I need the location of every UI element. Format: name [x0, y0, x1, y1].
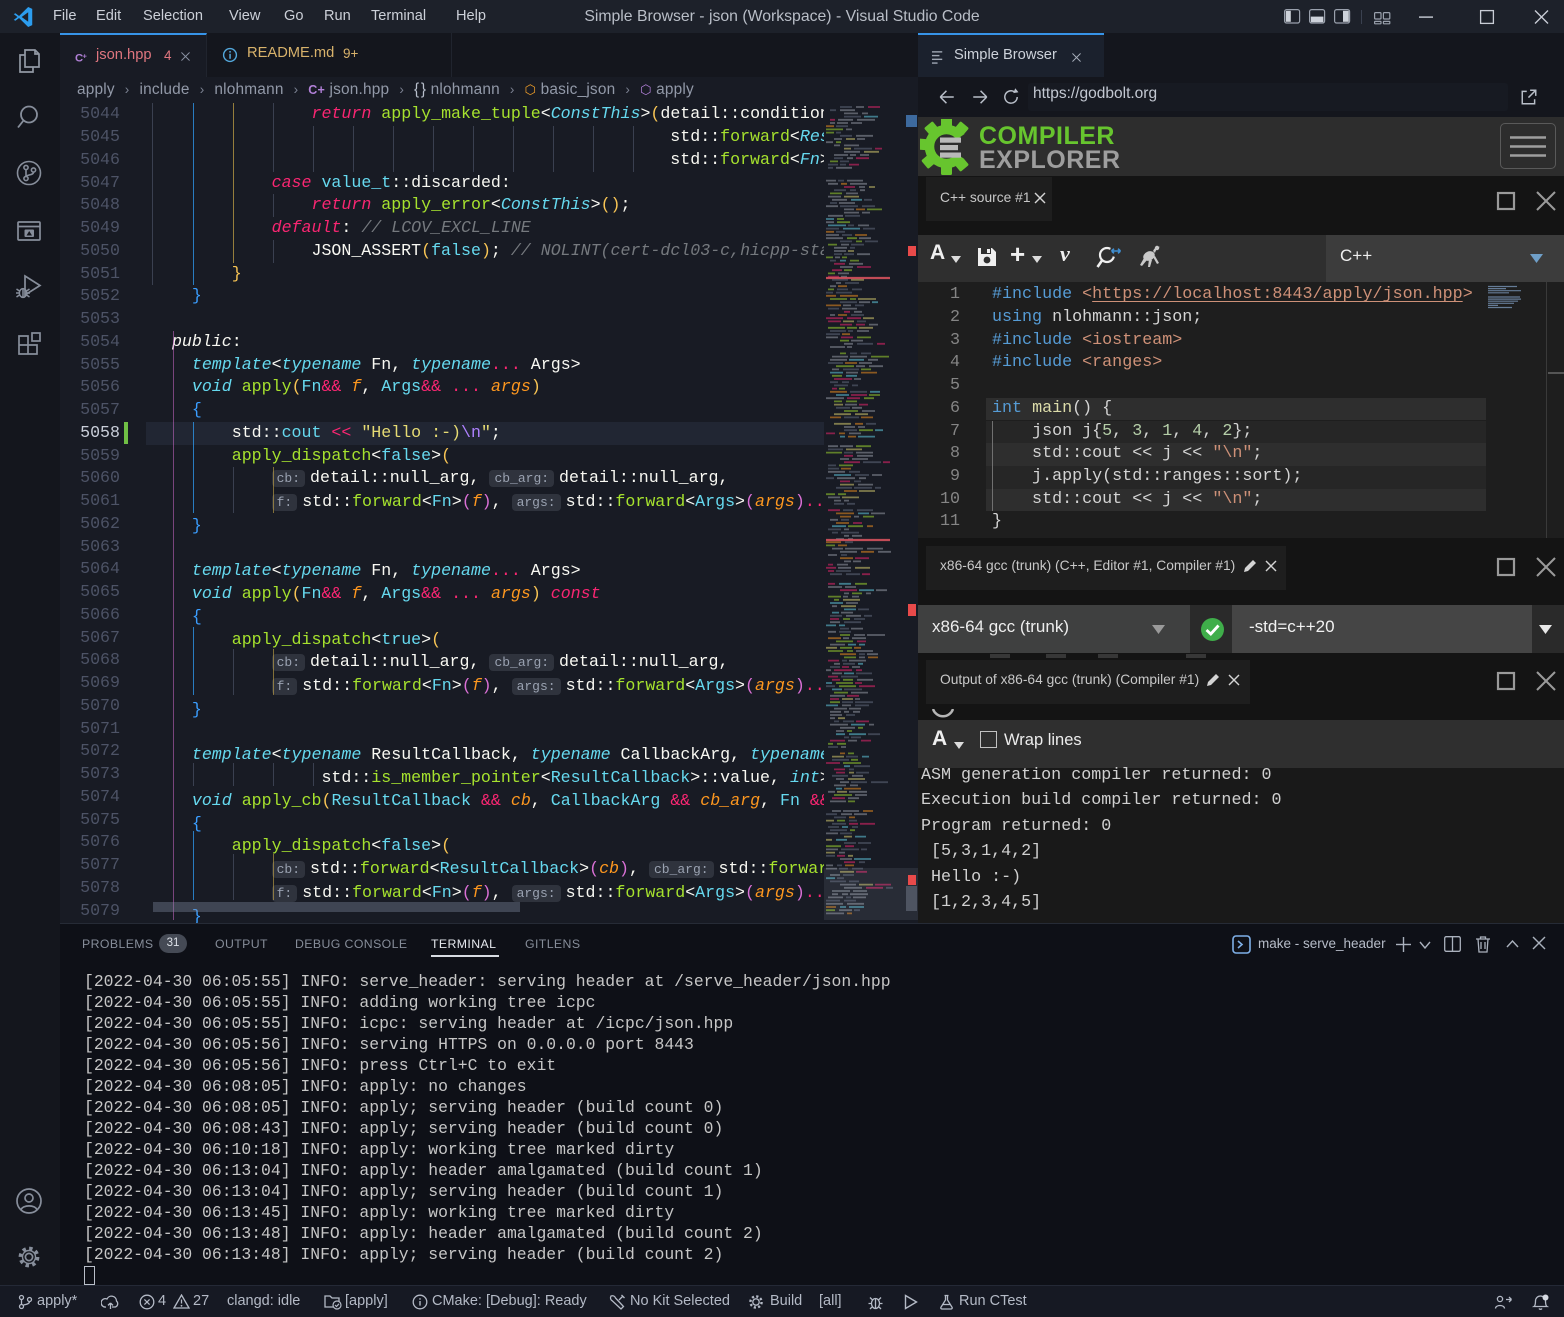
svg-text:+: + [83, 51, 88, 60]
